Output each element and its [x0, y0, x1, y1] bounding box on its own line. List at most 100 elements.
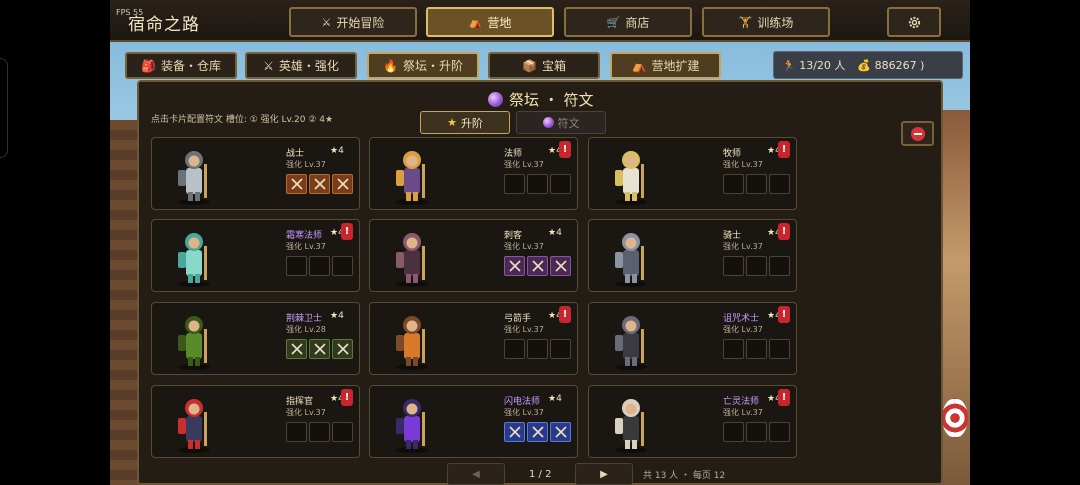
alert-badge-icon: !: [341, 223, 353, 240]
rune-slot[interactable]: [286, 256, 307, 276]
rune-slot[interactable]: [769, 256, 790, 276]
hero-card[interactable]: 法师 ★4 强化 Lv.37 !: [369, 137, 578, 210]
star-icon: ★: [447, 116, 457, 129]
alert-badge-icon: !: [778, 306, 790, 323]
rune-slots: [286, 174, 353, 194]
hero-card[interactable]: 骑士 ★4 强化 Lv.37 !: [588, 219, 797, 292]
rune-slot[interactable]: [286, 174, 307, 194]
hero-card[interactable]: 弓箭手 ★4 强化 Lv.37 !: [369, 302, 578, 375]
rune-slot[interactable]: [769, 339, 790, 359]
rune-slot[interactable]: [504, 256, 525, 276]
hero-star: ★4: [548, 394, 562, 404]
rune-slots: [504, 174, 571, 194]
rune-slot[interactable]: [746, 174, 767, 194]
hero-card[interactable]: 霜寒法师 ★4 强化 Lv.37 !: [151, 219, 360, 292]
rune-slot[interactable]: [286, 422, 307, 442]
nav-adventure-button[interactable]: ⚔ 开始冒险: [289, 7, 417, 37]
rune-slot[interactable]: [504, 339, 525, 359]
weightlifter-icon: 🏋: [738, 15, 753, 29]
page-meta: 共 13 人 ・ 每页 12: [643, 471, 726, 481]
rune-icon: [337, 178, 349, 190]
rune-slot[interactable]: [746, 256, 767, 276]
rune-slot[interactable]: [746, 339, 767, 359]
rune-slot[interactable]: [309, 339, 330, 359]
hero-sprite-icon: [178, 233, 210, 287]
rune-slot[interactable]: [527, 174, 548, 194]
hero-level: 强化 Lv.37: [504, 408, 544, 417]
rune-slot[interactable]: [309, 422, 330, 442]
tab-upgrade-label: 升阶: [460, 116, 483, 130]
tab-rune[interactable]: 符文: [516, 111, 606, 134]
hero-card[interactable]: 诅咒术士 ★4 强化 Lv.37 !: [588, 302, 797, 375]
panel-title: 祭坛 ・ 符文: [488, 89, 594, 110]
alert-badge-icon: !: [778, 223, 790, 240]
rune-slot[interactable]: [504, 174, 525, 194]
hero-card[interactable]: 牧师 ★4 强化 Lv.37 !: [588, 137, 797, 210]
hero-card[interactable]: 亡灵法师 ★4 强化 Lv.37 !: [588, 385, 797, 458]
rune-slot[interactable]: [550, 174, 571, 194]
hero-count: 🏃 13/20 人: [782, 57, 845, 73]
hero-level: 强化 Lv.37: [723, 160, 763, 169]
prev-page-button[interactable]: ◀: [447, 463, 505, 485]
game-title: 宿命之路: [128, 15, 200, 35]
backpack-icon: 🎒: [141, 58, 156, 73]
subtab-altar[interactable]: 🔥 祭坛・升阶: [367, 52, 479, 79]
nav-camp-button[interactable]: ⛺ 营地: [426, 7, 554, 37]
fire-icon: 🔥: [383, 58, 398, 73]
rune-slot[interactable]: [723, 339, 744, 359]
rune-slot[interactable]: [332, 339, 353, 359]
rune-slot[interactable]: [309, 174, 330, 194]
hero-card[interactable]: 战士 ★4 强化 Lv.37: [151, 137, 360, 210]
rune-slot[interactable]: [769, 422, 790, 442]
rune-icon: [314, 343, 326, 355]
hero-star: ★4: [330, 146, 344, 156]
hero-name: 弓箭手: [504, 314, 532, 324]
rune-slot[interactable]: [550, 256, 571, 276]
settings-button[interactable]: [887, 7, 941, 37]
next-page-button[interactable]: ▶: [575, 463, 633, 485]
rune-slot[interactable]: [746, 422, 767, 442]
subtab-heroes[interactable]: ⚔ 英雄・强化: [245, 52, 357, 79]
rune-slot[interactable]: [527, 422, 548, 442]
rune-slot[interactable]: [332, 256, 353, 276]
rune-slot[interactable]: [723, 256, 744, 276]
rune-slot[interactable]: [527, 256, 548, 276]
rune-icon: [337, 343, 349, 355]
rune-slot[interactable]: [504, 422, 525, 442]
hero-card[interactable]: 闪电法师 ★4 强化 Lv.37: [369, 385, 578, 458]
subtab-camp-expansion[interactable]: ⛺ 营地扩建: [610, 52, 721, 79]
hero-sprite-icon: [396, 233, 428, 287]
rune-icon: [509, 426, 521, 438]
hero-name: 霜寒法师: [286, 231, 323, 241]
rune-icon: [532, 260, 544, 272]
nav-shop-button[interactable]: 🛒 商店: [564, 7, 692, 37]
hero-name: 诅咒术士: [723, 314, 760, 324]
nav-training-button[interactable]: 🏋 训练场: [702, 7, 830, 37]
rune-slot[interactable]: [332, 422, 353, 442]
close-button[interactable]: [901, 121, 934, 146]
hero-level: 强化 Lv.37: [286, 408, 326, 417]
rune-slot[interactable]: [309, 256, 330, 276]
hero-name: 刺客: [504, 231, 523, 241]
rune-icon: [555, 260, 567, 272]
subtab-equipment[interactable]: 🎒 装备・仓库: [125, 52, 237, 79]
rune-slot[interactable]: [769, 174, 790, 194]
hero-card[interactable]: 刺客 ★4 强化 Lv.37: [369, 219, 578, 292]
tab-upgrade[interactable]: ★ 升阶: [420, 111, 510, 134]
rune-slot[interactable]: [527, 339, 548, 359]
hero-card[interactable]: 荆棘卫士 ★4 强化 Lv.28: [151, 302, 360, 375]
rune-slot[interactable]: [723, 422, 744, 442]
rune-slot[interactable]: [550, 339, 571, 359]
rune-slot[interactable]: [723, 174, 744, 194]
subtab-chest[interactable]: 📦 宝箱: [488, 52, 600, 79]
box-icon: 📦: [522, 58, 537, 73]
hero-name: 法师: [504, 149, 523, 159]
device-edge: [0, 58, 8, 158]
hero-card[interactable]: 指挥官 ★4 强化 Lv.37 !: [151, 385, 360, 458]
page-indicator: 1 / 2: [529, 469, 552, 480]
alert-badge-icon: !: [778, 141, 790, 158]
rune-slot[interactable]: [550, 422, 571, 442]
no-entry-icon: [910, 126, 925, 141]
rune-slot[interactable]: [332, 174, 353, 194]
rune-slot[interactable]: [286, 339, 307, 359]
